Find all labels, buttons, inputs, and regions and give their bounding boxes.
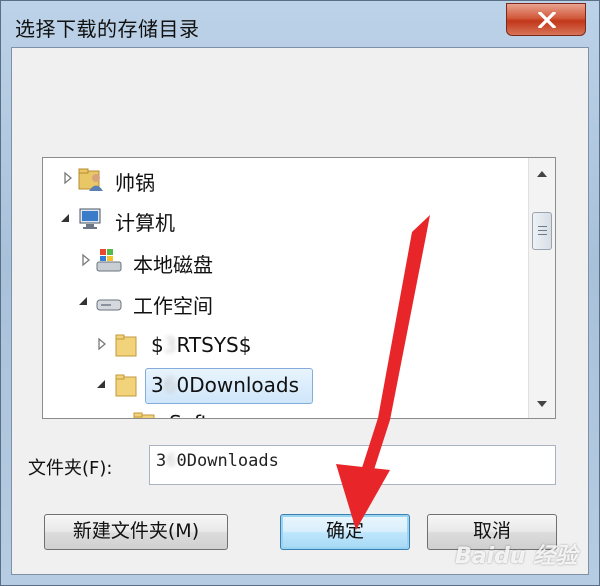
folder-icon xyxy=(115,334,137,357)
folder-icon xyxy=(115,374,137,397)
chevron-expanded-icon[interactable] xyxy=(59,210,73,226)
new-folder-button[interactable]: 新建文件夹(M) xyxy=(44,514,228,550)
close-button[interactable] xyxy=(506,3,586,36)
tree-item-user[interactable]: 帅锅 xyxy=(43,162,523,196)
scroll-thumb[interactable] xyxy=(532,212,552,250)
chevron-right-icon[interactable] xyxy=(79,252,93,268)
chevron-expanded-icon[interactable] xyxy=(95,376,109,392)
ok-button[interactable]: 确定 xyxy=(280,514,410,550)
scroll-down-arrow-icon[interactable] xyxy=(529,394,555,414)
user-folder-icon xyxy=(78,168,103,191)
tree-item-local-disk[interactable]: 本地磁盘 xyxy=(43,244,523,278)
chevron-right-icon[interactable] xyxy=(95,336,109,352)
tree-item-downloads[interactable]: 360Downloads xyxy=(43,368,523,404)
tree-item-label: 帅锅 xyxy=(115,171,155,195)
folder-path-input[interactable]: 360Downloads xyxy=(149,445,556,485)
folder-icon xyxy=(133,412,155,418)
tree-item-folder-rtsys[interactable]: $3RTSYS$ xyxy=(43,328,523,362)
scroll-up-arrow-icon[interactable] xyxy=(529,164,555,184)
tree-item-label: $3RTSYS$ xyxy=(151,333,252,357)
tree-item-computer[interactable]: 计算机 xyxy=(43,202,523,236)
tree-item-label: 计算机 xyxy=(115,211,175,235)
drive-icon xyxy=(96,299,122,311)
folder-tree[interactable]: 帅锅 计算机 本地磁盘 工作空间 $3RTSYS$ 360Downloads xyxy=(42,157,556,419)
tree-item-label: Soft xyxy=(169,411,208,418)
title-bar[interactable]: 选择下载的存储目录 xyxy=(1,1,599,47)
chevron-expanded-icon[interactable] xyxy=(77,293,91,309)
chevron-right-icon[interactable] xyxy=(61,170,75,186)
tree-scrollbar[interactable] xyxy=(528,158,555,418)
watermark-logo: Baidu 经验 xyxy=(455,544,578,569)
folder-field-label: 文件夹(F): xyxy=(28,458,113,479)
tree-item-label: 工作空间 xyxy=(133,294,213,318)
computer-icon xyxy=(79,208,101,229)
tree-item-workspace[interactable]: 工作空间 xyxy=(43,285,523,319)
close-x-icon xyxy=(538,12,556,28)
dialog-title: 选择下载的存储目录 xyxy=(15,17,200,41)
tree-item-label: 360Downloads xyxy=(151,373,300,397)
tree-item-soft[interactable]: Soft xyxy=(43,406,523,418)
windows-drive-icon xyxy=(96,249,122,272)
tree-item-label: 本地磁盘 xyxy=(133,253,213,277)
